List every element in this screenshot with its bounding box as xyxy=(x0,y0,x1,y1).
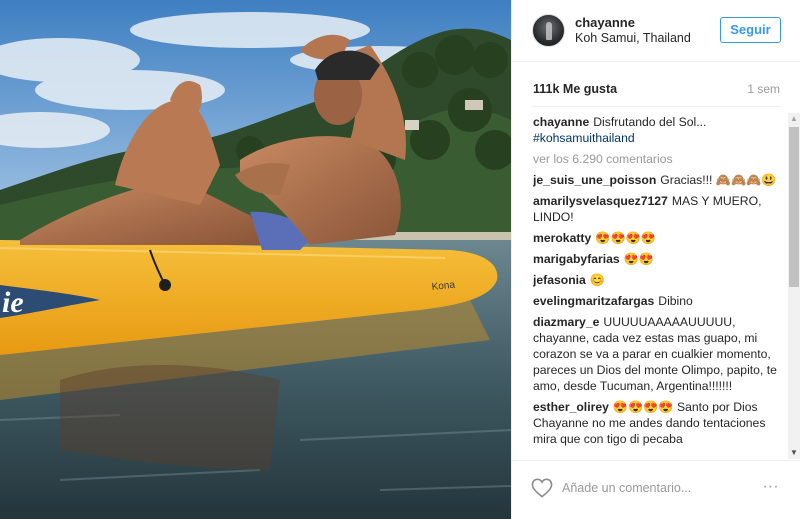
comment-bar: ∙∙∙ xyxy=(512,460,800,519)
comment-item: esther_olirey 😍😍😍😍 Santo por Dios Chayann… xyxy=(533,399,781,447)
post-photo[interactable]: ie Kona xyxy=(0,0,511,519)
heart-icon[interactable] xyxy=(531,478,553,498)
comment-username[interactable]: esther_olirey xyxy=(533,400,609,414)
comment-text: Dibino xyxy=(658,294,693,308)
comment-item: evelingmaritzafargas Dibino xyxy=(533,293,781,309)
post-sidebar: chayanne Koh Samui, Thailand Seguir 111k… xyxy=(511,0,800,519)
comment-input[interactable] xyxy=(562,479,752,497)
post-stats: 111k Me gusta 1 sem xyxy=(533,82,780,100)
comment-item: je_suis_une_poisson Gracias!!! 🙈🙈🙈😃 xyxy=(533,172,781,188)
comments-scrollbar[interactable]: ▲ ▼ xyxy=(788,113,800,459)
comment-item: marigabyfarias 😍😍 xyxy=(533,251,781,267)
more-options-icon[interactable]: ∙∙∙ xyxy=(759,479,783,497)
view-all-comments-link[interactable]: ver los 6.290 comentarios xyxy=(533,151,781,167)
scroll-up-arrow-icon[interactable]: ▲ xyxy=(788,113,800,125)
caption-username[interactable]: chayanne xyxy=(533,115,589,129)
comment-username[interactable]: je_suis_une_poisson xyxy=(533,173,656,187)
comment-text: Gracias!!! 🙈🙈🙈😃 xyxy=(660,173,777,187)
caption-hashtag[interactable]: #kohsamuithailand xyxy=(533,131,635,145)
comment-text: 😊 xyxy=(589,273,606,287)
comment-item: diazmary_e UUUUUAAAAAUUUUU, chayanne, cad… xyxy=(533,314,781,394)
comment-item: jefasonia 😊 xyxy=(533,272,781,288)
scroll-down-arrow-icon[interactable]: ▼ xyxy=(788,447,800,459)
scrollbar-thumb[interactable] xyxy=(789,127,799,287)
comment-username[interactable]: marigabyfarias xyxy=(533,252,620,266)
photo-scene: ie Kona xyxy=(0,0,511,519)
comment-item: amarilysvelasquez7127 MAS Y MUERO, LINDO! xyxy=(533,193,781,225)
likes-count[interactable]: 111k Me gusta xyxy=(533,82,617,96)
post-time[interactable]: 1 sem xyxy=(747,82,780,96)
caption-text: Disfrutando del Sol... xyxy=(593,115,707,129)
comment-username[interactable]: jefasonia xyxy=(533,273,586,287)
follow-button[interactable]: Seguir xyxy=(720,17,781,43)
comment-username[interactable]: merokatty xyxy=(533,231,591,245)
comment-text: 😍😍 xyxy=(623,252,655,266)
post-username[interactable]: chayanne xyxy=(575,15,635,30)
house xyxy=(405,120,419,130)
comment-username[interactable]: evelingmaritzafargas xyxy=(533,294,654,308)
divider xyxy=(533,106,780,107)
kayak-logo-text: ie xyxy=(2,286,24,319)
caption: chayanne Disfrutando del Sol... #kohsamui… xyxy=(533,114,781,146)
comment-username[interactable]: diazmary_e xyxy=(533,315,599,329)
comments-list[interactable]: chayanne Disfrutando del Sol... #kohsamui… xyxy=(533,114,781,459)
comment-item: merokatty 😍😍😍😍 xyxy=(533,230,781,246)
post-location[interactable]: Koh Samui, Thailand xyxy=(575,31,691,45)
comment-username[interactable]: amarilysvelasquez7127 xyxy=(533,194,668,208)
post-header: chayanne Koh Samui, Thailand Seguir xyxy=(512,0,800,62)
avatar[interactable] xyxy=(532,14,565,47)
comment-text: 😍😍😍😍 xyxy=(595,231,656,245)
